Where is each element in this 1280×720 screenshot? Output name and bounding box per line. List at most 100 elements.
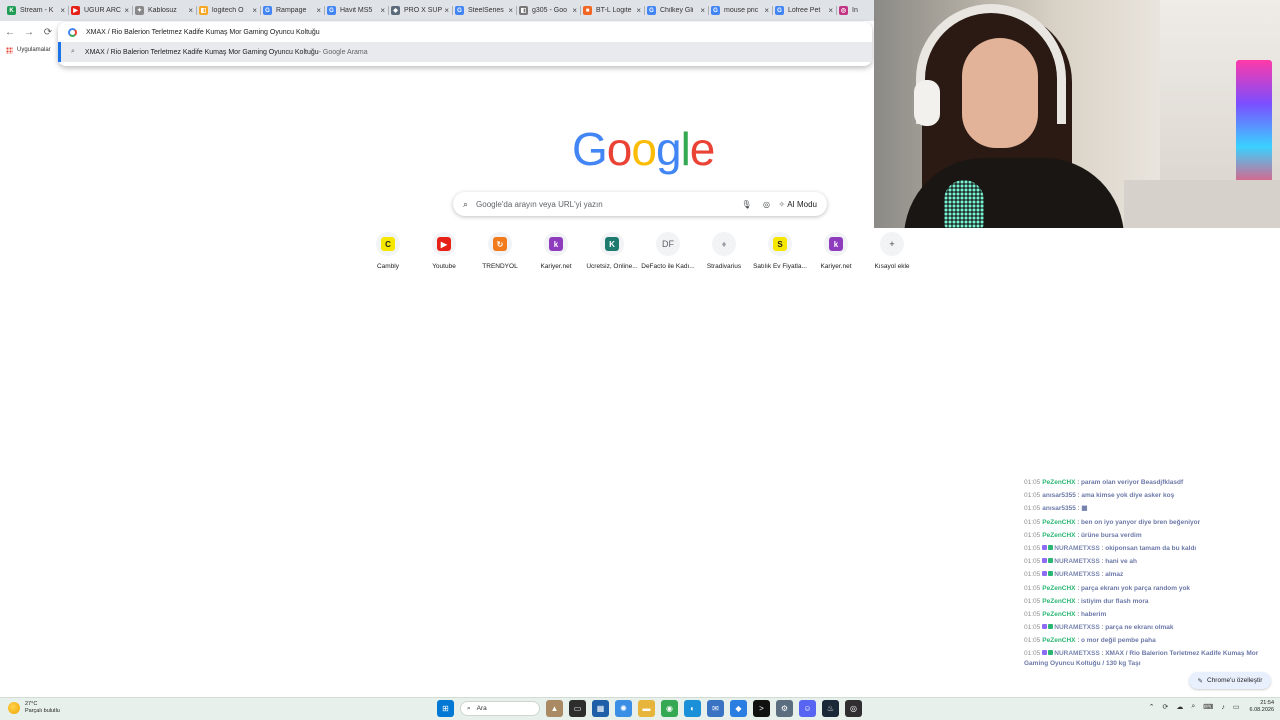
tab-close-icon[interactable]: ×	[828, 6, 833, 15]
forward-icon[interactable]: →	[20, 23, 38, 41]
copilot-icon[interactable]: ✺	[615, 700, 632, 717]
tab-close-icon[interactable]: ×	[380, 6, 385, 15]
chat-username[interactable]: NURAMETXSS	[1054, 558, 1100, 565]
chat-timestamp: 01:05	[1024, 505, 1041, 513]
tab-close-icon[interactable]: ×	[508, 6, 513, 15]
browser-tab[interactable]: G SteelSeries ×	[452, 0, 516, 21]
lens-camera-icon[interactable]: ◎	[757, 200, 777, 209]
vscode-icon[interactable]: ◆	[730, 700, 747, 717]
shortcut-icon-circle: ↻	[488, 232, 512, 256]
weather-widget[interactable]: 27°C Parçalı bulutlu	[8, 701, 60, 715]
shortcut-tile[interactable]: K Ücretsiz, Online...	[584, 232, 640, 270]
tab-favicon-icon: G	[647, 6, 656, 15]
chat-username[interactable]: NURAMETXSS	[1054, 545, 1100, 552]
store-icon[interactable]: ▦	[592, 700, 609, 717]
tray-icon[interactable]: ⟳	[1163, 703, 1169, 711]
chat-username[interactable]: PeZenCHX	[1042, 611, 1075, 618]
tab-close-icon[interactable]: ×	[444, 6, 449, 15]
chat-username[interactable]: PeZenCHX	[1042, 532, 1075, 539]
microphone-icon[interactable]: 🎙	[737, 200, 757, 209]
shortcut-tile[interactable]: k Kariyer.net	[808, 232, 864, 270]
shortcut-tile[interactable]: ♦ Stradivarius	[696, 232, 752, 270]
widget-icon[interactable]: ▲	[546, 700, 563, 717]
tab-close-icon[interactable]: ×	[316, 6, 321, 15]
shortcut-tile[interactable]: DF DeFacto ile Kadı...	[640, 232, 696, 270]
browser-tab[interactable]: Gmouse pric ×	[708, 0, 772, 21]
browser-tab[interactable]: G Havit MS5 ×	[324, 0, 388, 21]
browser-tab[interactable]: ◧ g305 - Goo ×	[516, 0, 580, 21]
browser-tab[interactable]: ✦ Kablosuz ×	[132, 0, 196, 21]
tab-close-icon[interactable]: ×	[636, 6, 641, 15]
shortcut-tile[interactable]: ↻ TRENDYOL	[472, 232, 528, 270]
discord-icon[interactable]: ☺	[799, 700, 816, 717]
browser-tab[interactable]: G Lofree Pet ×	[772, 0, 836, 21]
browser-tab[interactable]: ◎In×	[836, 0, 874, 21]
tray-icon[interactable]: ⌨	[1203, 703, 1213, 711]
taskbar-search[interactable]: ⌕ Ara	[460, 701, 540, 716]
chat-username[interactable]: PeZenCHX	[1042, 585, 1075, 592]
back-icon[interactable]: ←	[1, 23, 19, 41]
browser-tab[interactable]: G Rampage ×	[260, 0, 324, 21]
tray-icon[interactable]: ☁	[1176, 703, 1183, 711]
tray-icon[interactable]: ⌕	[1191, 703, 1195, 711]
reload-icon[interactable]: ⟳	[39, 23, 57, 41]
shortcut-tile[interactable]: C Cambly	[360, 232, 416, 270]
chat-username[interactable]: PeZenCHX	[1042, 479, 1075, 486]
chat-username[interactable]: PeZenCHX	[1042, 519, 1075, 526]
tab-close-icon[interactable]: ×	[124, 6, 129, 15]
chat-message: 01:05 PeZenCHX : o mor değil pembe paha	[1024, 636, 1274, 646]
shortcut-label: Stradivarius	[706, 263, 742, 270]
obs-icon[interactable]: ◎	[845, 700, 862, 717]
browser-tab[interactable]: K Stream - K ×	[4, 0, 68, 21]
tray-icon[interactable]: ▭	[1233, 703, 1240, 711]
chat-username[interactable]: PeZenCHX	[1042, 598, 1075, 605]
tab-close-icon[interactable]: ×	[700, 6, 705, 15]
shortcut-tile[interactable]: S Satılık Ev Fiyatla...	[752, 232, 808, 270]
apps-bookmark-label[interactable]: Uygulamalar	[17, 47, 51, 53]
shortcut-icon: ♦	[717, 237, 731, 251]
shortcut-tile[interactable]: k Kariyer.net	[528, 232, 584, 270]
tray-icon[interactable]: ♪	[1221, 704, 1225, 711]
search-placeholder[interactable]: Google'da arayın veya URL'yi yazın	[476, 200, 736, 209]
taskbar-apps: ⊞ ⌕ Ara ▲ ▭ ▦ ✺ ▬ ◉ ◐ ✉ ◆ > ⚙ ☺ ♨ ◎	[434, 700, 865, 717]
tab-close-icon[interactable]: ×	[252, 6, 257, 15]
edge-icon[interactable]: ◐	[684, 700, 701, 717]
address-input[interactable]: XMAX / Rio Balerion Terletmez Kadife Kum…	[86, 29, 320, 36]
settings-icon[interactable]: ⚙	[776, 700, 793, 717]
tab-close-icon[interactable]: ×	[60, 6, 65, 15]
chat-username[interactable]: anısar5355	[1042, 505, 1076, 512]
chat-username[interactable]: NURAMETXSS	[1054, 650, 1100, 657]
browser-tab[interactable]: ▶ UĞUR ARC ×	[68, 0, 132, 21]
chrome-icon[interactable]: ◉	[661, 700, 678, 717]
chat-username[interactable]: NURAMETXSS	[1054, 571, 1100, 578]
customize-chrome-button[interactable]: ✎ Chrome'u özelleştir	[1189, 672, 1271, 689]
browser-tab[interactable]: ◧ logitech O ×	[196, 0, 260, 21]
steam-icon[interactable]: ♨	[822, 700, 839, 717]
google-search-box[interactable]: ⌕ Google'da arayın veya URL'yi yazın 🎙 ◎…	[453, 192, 827, 216]
mail-icon[interactable]: ✉	[707, 700, 724, 717]
tab-close-icon[interactable]: ×	[188, 6, 193, 15]
tab-title: BT-L Logite	[596, 7, 632, 14]
tab-close-icon[interactable]: ×	[764, 6, 769, 15]
shortcut-tile[interactable]: + Kısayol ekle	[864, 232, 920, 270]
browser-tab[interactable]: ◆ PRO X SUP ×	[388, 0, 452, 21]
start-icon[interactable]: ⊞	[437, 700, 454, 717]
browser-tab[interactable]: G Chilkey Gli ×	[644, 0, 708, 21]
folder-icon[interactable]: ▬	[638, 700, 655, 717]
omnibox-suggestion[interactable]: ⌕ XMAX / Rio Balerion Terletmez Kadife K…	[58, 42, 872, 62]
browser-tab[interactable]: ■ BT-L Logite ×	[580, 0, 644, 21]
tab-favicon-icon: ◎	[839, 6, 848, 15]
chat-timestamp: 01:05	[1024, 518, 1041, 526]
chat-username[interactable]: NURAMETXSS	[1054, 624, 1100, 631]
apps-grid-icon[interactable]	[6, 46, 13, 54]
chat-username[interactable]: anısar5355	[1042, 492, 1076, 499]
terminal-icon[interactable]: >	[753, 700, 770, 717]
tab-close-icon[interactable]: ×	[572, 6, 577, 15]
taskview-icon[interactable]: ▭	[569, 700, 586, 717]
chat-username[interactable]: PeZenCHX	[1042, 637, 1075, 644]
ai-mode-button[interactable]: ✧ AI Modu	[779, 200, 818, 209]
tray-icon[interactable]: ⌃	[1149, 703, 1155, 711]
clock[interactable]: 21:54 6.08.2026	[1250, 700, 1274, 714]
shortcut-tile[interactable]: ▶ Youtube	[416, 232, 472, 270]
address-bar[interactable]: XMAX / Rio Balerion Terletmez Kadife Kum…	[58, 22, 872, 42]
